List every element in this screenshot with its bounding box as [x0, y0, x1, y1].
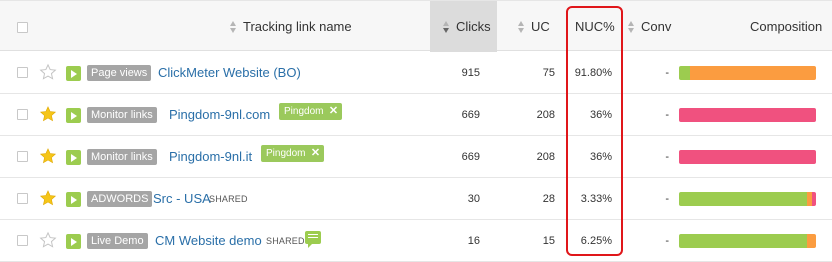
- tracking-link-name[interactable]: Pingdom-9nl.com: [169, 94, 270, 136]
- table-header: Tracking link name Clicks UC NUC% Conv C…: [0, 0, 832, 52]
- nuc-value: 36%: [589, 109, 612, 121]
- composition-bar: [679, 234, 816, 248]
- conv-value: -: [665, 151, 669, 163]
- link-tag-label: Pingdom: [266, 148, 306, 159]
- table-row[interactable]: Live Demo CM Website demo SHARED 16 15 6.25% -: [0, 220, 832, 262]
- star-filled-icon[interactable]: [39, 105, 57, 123]
- sort-desc-icon: [443, 20, 450, 34]
- link-tag[interactable]: Pingdom ✕: [279, 103, 343, 120]
- group-tag[interactable]: Page views: [87, 65, 152, 81]
- star-empty-icon[interactable]: [39, 231, 57, 249]
- col-conv[interactable]: Conv: [628, 1, 671, 52]
- clicks-value: 30: [467, 193, 480, 205]
- group-tag[interactable]: Monitor links: [87, 107, 157, 123]
- col-nuc[interactable]: NUC%: [575, 1, 615, 52]
- composition-segment: [679, 66, 691, 80]
- star-filled-icon[interactable]: [39, 189, 57, 207]
- shared-label: SHARED: [209, 194, 248, 204]
- composition-segment: [679, 108, 816, 122]
- sort-icon: [628, 20, 635, 34]
- col-tracking-link-name[interactable]: Tracking link name: [230, 1, 352, 52]
- col-uc[interactable]: UC: [518, 1, 550, 52]
- composition-bar: [679, 192, 816, 206]
- table-row[interactable]: ADWORDS Src - USA SHARED 30 28 3.33% -: [0, 178, 832, 220]
- nuc-value: 91.80%: [574, 67, 612, 79]
- col-label: Composition: [750, 19, 823, 34]
- row-checkbox[interactable]: [17, 67, 28, 78]
- play-icon[interactable]: [66, 66, 81, 81]
- composition-segment: [679, 234, 808, 248]
- col-label: NUC%: [575, 19, 615, 34]
- sort-icon: [230, 20, 237, 34]
- clicks-value: 915: [461, 67, 480, 79]
- row-checkbox[interactable]: [17, 151, 28, 162]
- shared-label: SHARED: [266, 236, 305, 246]
- star-empty-icon[interactable]: [39, 63, 57, 81]
- row-checkbox[interactable]: [17, 193, 28, 204]
- clicks-value: 669: [461, 151, 480, 163]
- play-icon[interactable]: [66, 234, 81, 249]
- row-checkbox[interactable]: [17, 109, 28, 120]
- conv-value: -: [665, 235, 669, 247]
- play-icon[interactable]: [66, 108, 81, 123]
- col-clicks[interactable]: Clicks: [430, 1, 497, 52]
- link-tag[interactable]: Pingdom ✕: [261, 145, 325, 162]
- tracking-link-name[interactable]: Pingdom-9nl.it: [169, 136, 252, 178]
- tracking-link-name[interactable]: ClickMeter Website (BO): [158, 52, 301, 94]
- composition-segment: [679, 192, 808, 206]
- link-tag-label: Pingdom: [284, 106, 324, 117]
- sort-icon: [518, 20, 525, 34]
- tracking-link-name[interactable]: Src - USA: [153, 178, 211, 220]
- conv-value: -: [665, 193, 669, 205]
- notes-icon[interactable]: [305, 231, 321, 248]
- remove-tag-icon[interactable]: ✕: [310, 145, 320, 162]
- tracking-link-name[interactable]: CM Website demo: [155, 220, 262, 262]
- composition-segment: [811, 192, 816, 206]
- table-row[interactable]: Page views ClickMeter Website (BO) 915 75 91…: [0, 52, 832, 94]
- composition-bar: [679, 108, 816, 122]
- star-filled-icon[interactable]: [39, 147, 57, 165]
- composition-bar: [679, 66, 816, 80]
- clicks-value: 16: [467, 235, 480, 247]
- uc-value: 75: [542, 67, 555, 79]
- col-label: Conv: [641, 19, 672, 34]
- remove-tag-icon[interactable]: ✕: [328, 103, 338, 120]
- conv-value: -: [665, 109, 669, 121]
- composition-segment: [679, 150, 816, 164]
- nuc-value: 3.33%: [580, 193, 612, 205]
- select-all-checkbox[interactable]: [17, 22, 28, 33]
- composition-segment: [690, 66, 816, 80]
- play-icon[interactable]: [66, 192, 81, 207]
- uc-value: 15: [542, 235, 555, 247]
- table-row[interactable]: Monitor links Pingdom-9nl.it Pingdom ✕ 669 20…: [0, 136, 832, 178]
- col-label: Clicks: [456, 19, 491, 34]
- col-label: UC: [531, 19, 550, 34]
- uc-value: 28: [542, 193, 555, 205]
- play-icon[interactable]: [66, 150, 81, 165]
- row-checkbox[interactable]: [17, 235, 28, 246]
- uc-value: 208: [536, 151, 555, 163]
- nuc-value: 36%: [589, 151, 612, 163]
- clicks-value: 669: [461, 109, 480, 121]
- nuc-value: 6.25%: [580, 235, 612, 247]
- group-tag[interactable]: Monitor links: [87, 149, 157, 165]
- composition-bar: [679, 150, 816, 164]
- col-composition: Composition: [750, 1, 822, 52]
- table-row[interactable]: Monitor links Pingdom-9nl.com Pingdom ✕ 669 2…: [0, 94, 832, 136]
- group-tag[interactable]: ADWORDS: [87, 191, 153, 207]
- composition-segment: [807, 234, 816, 248]
- conv-value: -: [665, 67, 669, 79]
- col-label: Tracking link name: [243, 19, 352, 34]
- group-tag[interactable]: Live Demo: [87, 233, 148, 249]
- uc-value: 208: [536, 109, 555, 121]
